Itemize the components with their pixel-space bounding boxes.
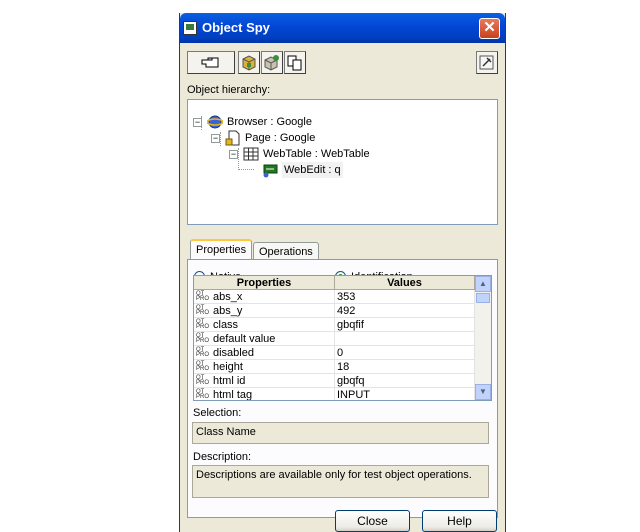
cube-icon	[242, 55, 256, 71]
property-value: gbqfq	[337, 375, 365, 387]
copy-pages-icon	[287, 55, 302, 71]
property-name: html tag	[213, 389, 253, 401]
table-row[interactable]: QT PRO class gbqfif	[194, 318, 475, 332]
add-objects-button[interactable]	[261, 51, 283, 74]
collapse-page-toggle[interactable]: −	[211, 134, 220, 143]
property-name-cell[interactable]: QT PRO html id	[194, 374, 335, 388]
table-grid-icon	[243, 147, 259, 161]
qtp-property-icon: QT PRO	[196, 361, 210, 373]
property-value-cell[interactable]: 353	[335, 290, 475, 304]
property-name-cell[interactable]: QT PRO height	[194, 360, 335, 374]
property-name: abs_y	[213, 305, 243, 317]
browser-globe-icon	[207, 115, 223, 129]
object-hierarchy-tree[interactable]: − Browser : Google − Page : Google − Web…	[187, 99, 498, 225]
qtp-property-icon: QT PRO	[196, 291, 210, 303]
scroll-up-button[interactable]: ▲	[475, 276, 491, 292]
property-name: html id	[213, 375, 246, 387]
property-value-cell[interactable]: INPUT	[335, 388, 475, 401]
table-row[interactable]: QT PRO html id gbqfq	[194, 374, 475, 388]
description-field: Descriptions are available only for test…	[192, 465, 489, 498]
qtp-property-icon: QT PRO	[196, 347, 210, 359]
table-row[interactable]: QT PRO abs_x 353	[194, 290, 475, 304]
property-name-cell[interactable]: QT PRO html tag	[194, 388, 335, 401]
property-name: abs_x	[213, 291, 243, 303]
cubes-icon	[264, 55, 279, 71]
property-name: default value	[213, 333, 276, 345]
property-value: 492	[337, 305, 356, 317]
property-value: 18	[337, 361, 350, 373]
values-column-header[interactable]: Values	[335, 276, 475, 290]
property-value: INPUT	[337, 389, 370, 401]
pin-window-button[interactable]	[476, 51, 498, 74]
property-name-cell[interactable]: QT PRO disabled	[194, 346, 335, 360]
property-value: 353	[337, 291, 356, 303]
table-row[interactable]: QT PRO default value	[194, 332, 475, 346]
property-value-cell[interactable]: gbqfif	[335, 318, 475, 332]
property-name-cell[interactable]: QT PRO abs_y	[194, 304, 335, 318]
properties-column-header[interactable]: Properties	[194, 276, 335, 290]
tab-properties[interactable]: Properties	[190, 239, 253, 261]
close-window-button[interactable]: ✕	[479, 18, 500, 39]
property-value-cell[interactable]: gbqfq	[335, 374, 475, 388]
tree-node-label: WebEdit : q	[282, 162, 343, 178]
grid-scrollbar[interactable]: ▲ ▼	[475, 276, 491, 400]
property-name: height	[213, 361, 243, 373]
qtp-property-icon: QT PRO	[196, 305, 210, 317]
highlight-object-button[interactable]	[238, 51, 260, 74]
object-spy-app-icon	[183, 21, 197, 35]
collapse-webtable-toggle[interactable]: −	[229, 150, 238, 159]
property-value-cell[interactable]: 0	[335, 346, 475, 360]
tree-node-label: Page : Google	[245, 132, 316, 144]
page-icon	[225, 130, 240, 146]
selection-label: Selection:	[193, 407, 242, 419]
property-value-cell[interactable]: 18	[335, 360, 475, 374]
property-name: class	[213, 319, 239, 331]
tab-operations[interactable]: Operations	[253, 242, 319, 260]
qtp-property-icon: QT PRO	[196, 333, 210, 345]
table-row[interactable]: QT PRO html tag INPUT	[194, 388, 475, 401]
properties-grid[interactable]: Properties Values QT PRO abs_x 353 QT PRO abs_…	[193, 275, 492, 401]
table-row[interactable]: QT PRO abs_y 492	[194, 304, 475, 318]
window-title: Object Spy	[202, 20, 270, 35]
scroll-down-button[interactable]: ▼	[475, 384, 491, 400]
edit-field-icon	[263, 164, 278, 178]
property-value: 0	[337, 347, 344, 359]
tree-node-label: WebTable : WebTable	[263, 148, 370, 160]
property-name-cell[interactable]: QT PRO default value	[194, 332, 335, 346]
property-value: gbqfif	[337, 319, 364, 331]
table-row[interactable]: QT PRO disabled 0	[194, 346, 475, 360]
property-value-cell[interactable]	[335, 332, 475, 346]
pin-icon	[479, 55, 494, 70]
pointing-hand-icon	[201, 57, 219, 68]
property-value-cell[interactable]: 492	[335, 304, 475, 318]
help-button[interactable]: Help	[422, 510, 497, 532]
scroll-thumb[interactable]	[476, 293, 490, 303]
copy-button[interactable]	[284, 51, 306, 74]
tree-node-label: Browser : Google	[227, 116, 312, 128]
title-bar[interactable]: Object Spy ✕	[180, 13, 505, 43]
collapse-browser-toggle[interactable]: −	[193, 118, 202, 127]
qtp-property-icon: QT PRO	[196, 319, 210, 331]
qtp-property-icon: QT PRO	[196, 375, 210, 387]
property-name: disabled	[213, 347, 254, 359]
object-hierarchy-label: Object hierarchy:	[187, 84, 271, 96]
table-row[interactable]: QT PRO height 18	[194, 360, 475, 374]
selection-field: Class Name	[192, 422, 489, 444]
description-label: Description:	[193, 451, 252, 463]
qtp-property-icon: QT PRO	[196, 389, 210, 401]
property-name-cell[interactable]: QT PRO abs_x	[194, 290, 335, 304]
pointing-hand-button[interactable]	[187, 51, 235, 74]
property-name-cell[interactable]: QT PRO class	[194, 318, 335, 332]
close-button[interactable]: Close	[335, 510, 410, 532]
